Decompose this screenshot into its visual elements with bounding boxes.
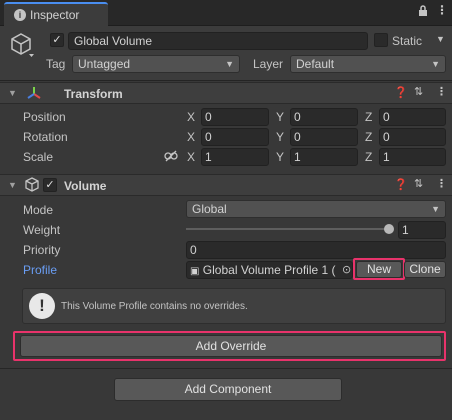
helpbox-text: This Volume Profile contains no override… [61, 301, 248, 312]
layer-value: Default [296, 57, 335, 71]
axis-x-label: X [187, 130, 196, 144]
scale-x-field[interactable]: 1 [201, 148, 269, 166]
volume-header[interactable]: ▼ ✓ Volume ❓ ⇅ ⋮ [0, 174, 452, 196]
axis-y-label: Y [276, 130, 285, 144]
layer-dropdown[interactable]: Default ▼ [290, 55, 446, 73]
position-y-field[interactable]: 0 [290, 108, 358, 126]
transform-title: Transform [64, 87, 123, 101]
presets-sliders-icon[interactable]: ⇅ [414, 177, 423, 190]
scale-y-field[interactable]: 1 [290, 148, 358, 166]
rotation-label: Rotation [23, 130, 68, 144]
rotation-z-field[interactable]: 0 [379, 128, 446, 146]
add-component-button[interactable]: Add Component [114, 378, 342, 401]
priority-field[interactable]: 0 [186, 241, 446, 259]
static-dropdown-arrow-icon[interactable]: ▼ [436, 34, 445, 44]
presets-sliders-icon[interactable]: ⇅ [414, 85, 423, 98]
weight-slider-thumb[interactable] [384, 224, 394, 234]
kebab-menu-icon[interactable]: ⋮ [436, 177, 447, 190]
weight-slider-track [186, 228, 390, 230]
tag-dropdown[interactable]: Untagged ▼ [72, 55, 240, 73]
gameobject-header: ✓ Global Volume Static ▼ Tag Untagged ▼ … [0, 26, 452, 81]
mode-dropdown[interactable]: Global ▼ [186, 200, 446, 218]
tag-value: Untagged [78, 57, 131, 71]
kebab-menu-icon[interactable]: ⋮ [436, 85, 447, 98]
add-override-button[interactable]: Add Override [20, 335, 442, 357]
position-z-field[interactable]: 0 [379, 108, 446, 126]
new-profile-button[interactable]: New [356, 261, 402, 278]
cube-icon[interactable] [10, 32, 34, 61]
foldout-arrow-icon[interactable]: ▼ [8, 88, 17, 98]
inspector-tab[interactable]: i Inspector [4, 2, 108, 26]
gameobject-active-toggle[interactable]: ✓ [50, 33, 64, 47]
chevron-down-icon: ▼ [431, 59, 440, 69]
layer-label: Layer [253, 57, 284, 71]
transform-axes-icon [26, 85, 42, 104]
axis-z-label: Z [365, 130, 373, 144]
axis-x-label: X [187, 150, 196, 164]
volume-component-icon [24, 177, 40, 196]
scale-z-field[interactable]: 1 [379, 148, 446, 166]
rotation-y-field[interactable]: 0 [290, 128, 358, 146]
no-overrides-helpbox: ! This Volume Profile contains no overri… [22, 288, 446, 324]
chevron-down-icon: ▼ [225, 59, 234, 69]
object-picker-icon[interactable]: ⊙ [342, 263, 352, 276]
position-x-field[interactable]: 0 [201, 108, 269, 126]
help-icon[interactable]: ❓ [394, 86, 408, 99]
profile-asset-icon: ▣ [190, 266, 200, 277]
static-checkbox[interactable] [374, 33, 388, 47]
mode-label: Mode [23, 203, 54, 217]
weight-field[interactable]: 1 [398, 221, 446, 239]
profile-object-field[interactable]: ▣ Global Volume Profile 1 ( [186, 261, 353, 279]
inspector-tab-bar: i Inspector ⋮ [0, 0, 452, 26]
axis-y-label: Y [276, 150, 285, 164]
weight-label: Weight [23, 223, 61, 237]
transform-rows: Position X 0 Y 0 Z 0 Rotation X 0 Y 0 Z … [0, 106, 452, 170]
help-icon[interactable]: ❓ [394, 178, 408, 191]
info-circle-icon: i [14, 9, 26, 21]
volume-enabled-toggle[interactable]: ✓ [43, 178, 57, 192]
axis-x-label: X [187, 110, 196, 124]
profile-label: Profile [23, 263, 58, 277]
lock-icon[interactable] [418, 5, 428, 20]
static-label: Static [392, 34, 423, 48]
rotation-x-field[interactable]: 0 [201, 128, 269, 146]
position-label: Position [23, 110, 66, 124]
divider [0, 368, 452, 369]
chevron-down-icon: ▼ [431, 204, 440, 214]
info-exclamation-icon: ! [29, 293, 55, 319]
inspector-tab-label: Inspector [30, 8, 80, 22]
transform-header[interactable]: ▼ Transform ❓ ⇅ ⋮ [0, 82, 452, 104]
link-broken-icon[interactable] [164, 150, 178, 165]
scale-label: Scale [23, 150, 54, 164]
axis-y-label: Y [276, 110, 285, 124]
volume-title: Volume [64, 179, 107, 193]
priority-label: Priority [23, 243, 61, 257]
tag-label: Tag [46, 57, 66, 71]
axis-z-label: Z [365, 110, 373, 124]
axis-z-label: Z [365, 150, 373, 164]
profile-value: Global Volume Profile 1 ( [202, 263, 336, 277]
foldout-arrow-icon[interactable]: ▼ [8, 180, 17, 190]
mode-value: Global [192, 202, 227, 216]
clone-profile-button[interactable]: Clone [404, 261, 446, 278]
weight-slider[interactable] [186, 221, 394, 237]
kebab-menu-icon[interactable]: ⋮ [436, 3, 448, 17]
gameobject-name-field[interactable]: Global Volume [68, 32, 368, 50]
